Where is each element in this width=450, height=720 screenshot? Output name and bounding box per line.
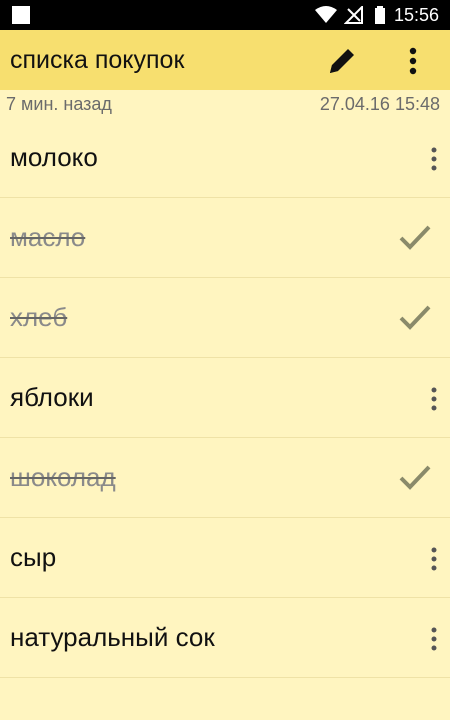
list-item[interactable]: яблоки [0,358,450,438]
list-item-label: масло [10,222,86,252]
list-item[interactable]: хлеб [0,278,450,358]
list-item-label: яблоки [10,382,94,412]
status-time: 15:56 [394,5,440,25]
list-item-label: хлеб [10,302,68,332]
list-item-label: молоко [10,142,98,172]
app-toolbar: списка покупок [0,30,450,90]
item-menu-icon[interactable] [428,146,440,172]
list-item[interactable]: шоколад [0,438,450,518]
signal-icon [344,6,363,24]
item-menu-icon[interactable] [428,386,440,412]
notification-square-icon [12,6,30,24]
pencil-icon[interactable] [326,45,358,77]
battery-icon [375,6,385,24]
checkmark-icon[interactable] [398,222,432,252]
modified-timestamp: 27.04.16 15:48 [319,94,440,114]
list-item[interactable]: молоко [0,118,450,198]
list-title[interactable]: списка покупок [10,46,184,75]
overflow-menu-icon[interactable] [400,45,426,77]
list-item-label: шоколад [10,462,116,492]
list-item[interactable]: масло [0,198,450,278]
shopping-list: молоко масло хлеб яблоки шоколад сыр нат… [0,118,450,678]
item-menu-icon[interactable] [428,546,440,572]
checkmark-icon[interactable] [398,302,432,332]
checkmark-icon[interactable] [398,462,432,492]
list-item[interactable]: сыр [0,518,450,598]
list-item[interactable]: натуральный сок [0,598,450,678]
list-item-label: натуральный сок [10,622,215,652]
list-meta: 7 мин. назад 27.04.16 15:48 [0,90,450,118]
status-bar: 15:56 [0,0,450,30]
wifi-icon [315,6,337,23]
modified-ago: 7 мин. назад [6,94,112,114]
item-menu-icon[interactable] [428,626,440,652]
list-item-label: сыр [10,542,57,572]
